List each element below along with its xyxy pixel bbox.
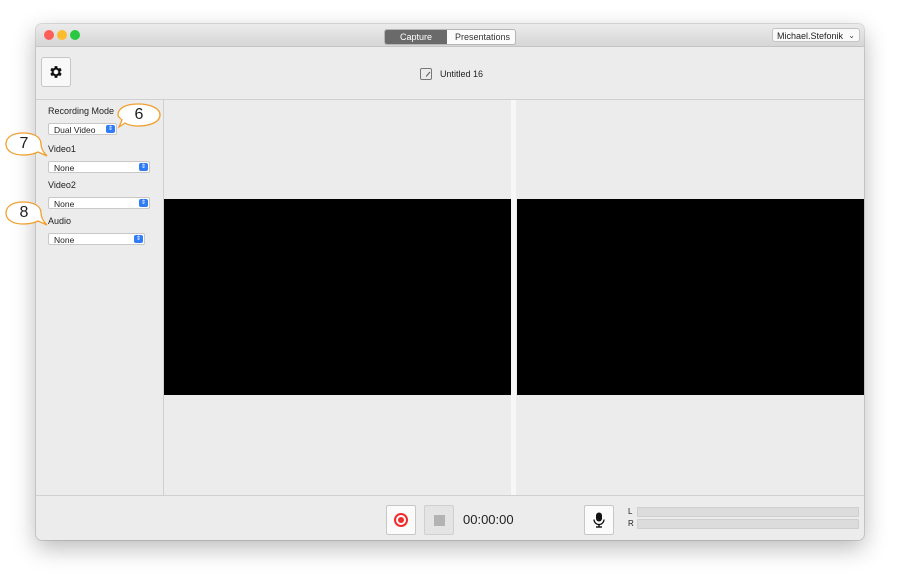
callout-7: 7 xyxy=(3,131,51,161)
video1-preview xyxy=(164,199,511,395)
callout-6: 6 xyxy=(114,102,166,130)
audio-value: None xyxy=(54,235,75,245)
audio-meter-left xyxy=(637,507,859,517)
microphone-icon xyxy=(593,512,605,528)
stop-button[interactable] xyxy=(424,505,454,535)
callout-8: 8 xyxy=(3,200,51,230)
video1-select[interactable]: None ⇕ xyxy=(48,161,150,173)
video-stage xyxy=(164,100,864,495)
audio-label: Audio xyxy=(48,216,72,226)
tab-capture[interactable]: Capture xyxy=(385,30,447,44)
gear-icon xyxy=(50,66,62,78)
microphone-button[interactable] xyxy=(584,505,614,535)
stop-icon xyxy=(434,515,445,526)
audio-select[interactable]: None ⇕ xyxy=(48,233,145,245)
video2-select[interactable]: None ⇕ xyxy=(48,197,150,209)
source-sidebar: Recording Mode Dual Video ⇕ Video1 None … xyxy=(36,100,164,495)
record-button[interactable] xyxy=(386,505,416,535)
zoom-window-button[interactable] xyxy=(70,30,80,40)
popup-arrows-icon: ⇕ xyxy=(139,163,148,171)
popup-arrows-icon: ⇕ xyxy=(139,199,148,207)
audio-meter-right xyxy=(637,519,859,529)
split-divider[interactable] xyxy=(511,100,516,495)
edit-icon xyxy=(420,67,432,80)
callout-8-number: 8 xyxy=(19,204,29,221)
elapsed-timer: 00:00:00 xyxy=(463,512,514,527)
recording-mode-label: Recording Mode xyxy=(48,106,115,116)
document-title-text: Untitled 16 xyxy=(440,69,484,79)
video2-label: Video2 xyxy=(48,180,76,190)
video1-value: None xyxy=(54,163,75,173)
meter-left-label: L xyxy=(628,507,633,516)
user-name: Michael.Stefonik xyxy=(777,31,844,41)
video2-value: None xyxy=(54,199,75,209)
control-bar: 00:00:00 L R xyxy=(36,495,864,540)
user-menu[interactable]: Michael.Stefonik ⌄ xyxy=(772,28,860,42)
popup-arrows-icon: ⇕ xyxy=(134,235,143,243)
callout-7-number: 7 xyxy=(19,135,29,152)
document-title[interactable]: Untitled 16 xyxy=(420,67,483,81)
tab-presentations[interactable]: Presentations xyxy=(447,30,515,44)
toolbar: Untitled 16 xyxy=(36,47,864,100)
callout-6-number: 6 xyxy=(134,106,144,123)
record-dot xyxy=(398,517,404,523)
minimize-window-button[interactable] xyxy=(57,30,67,40)
title-bar: Capture Presentations Michael.Stefonik ⌄ xyxy=(36,24,864,47)
recording-mode-value: Dual Video xyxy=(54,125,96,135)
video1-label: Video1 xyxy=(48,144,76,154)
recording-mode-select[interactable]: Dual Video ⇕ xyxy=(48,123,117,135)
close-window-button[interactable] xyxy=(44,30,54,40)
chevron-down-icon: ⌄ xyxy=(848,31,855,40)
settings-button[interactable] xyxy=(41,57,71,87)
view-segmented-control: Capture Presentations xyxy=(384,29,516,45)
video2-preview xyxy=(517,199,864,395)
meter-right-label: R xyxy=(628,519,634,528)
